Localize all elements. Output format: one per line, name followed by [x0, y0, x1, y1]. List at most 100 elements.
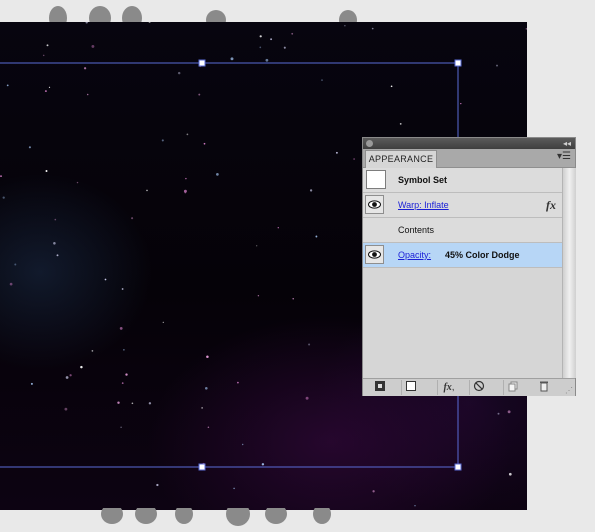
panel-tab-strip: APPEARANCE ▾☰ [363, 149, 575, 168]
star [64, 407, 68, 411]
star [76, 181, 79, 184]
appearance-row-warp[interactable]: Warp: Inflate fx [363, 193, 562, 218]
star [91, 44, 95, 48]
star [161, 139, 164, 142]
close-panel-button[interactable] [366, 140, 373, 147]
star [206, 355, 209, 358]
star [9, 282, 13, 286]
star [216, 173, 219, 176]
star [308, 343, 311, 346]
star [315, 235, 318, 238]
star [321, 79, 323, 81]
panel-titlebar[interactable]: ◂◂ [363, 138, 575, 149]
star [117, 401, 120, 404]
star [507, 410, 511, 414]
star [45, 170, 48, 172]
appearance-row-opacity[interactable]: Opacity: 45% Color Dodge [363, 243, 562, 268]
star [237, 381, 239, 384]
star [28, 146, 31, 149]
star [291, 32, 294, 35]
panel-scrollbar[interactable] [562, 168, 576, 378]
opacity-link[interactable]: Opacity: [398, 243, 431, 267]
star [497, 412, 500, 415]
star [65, 376, 69, 379]
star [83, 67, 87, 70]
star [6, 84, 9, 87]
resize-grip-icon[interactable]: ⋰ [565, 387, 573, 395]
star [207, 426, 210, 428]
star [80, 365, 83, 369]
star [198, 93, 201, 96]
star [30, 382, 33, 385]
clear-appearance-icon[interactable] [469, 380, 488, 395]
star [14, 263, 17, 266]
delete-item-icon[interactable] [535, 380, 553, 395]
panel-bottom-toolbar: fx, ⋰ [363, 378, 575, 396]
star [85, 22, 88, 24]
star [54, 218, 57, 221]
star [344, 25, 346, 27]
star [44, 90, 47, 93]
star [48, 86, 51, 88]
star [525, 28, 527, 30]
add-new-stroke-icon[interactable] [371, 380, 389, 395]
row-label: Contents [398, 225, 435, 235]
star [305, 396, 309, 400]
star [146, 189, 148, 192]
star [91, 350, 94, 352]
star [156, 483, 159, 487]
star [104, 278, 107, 281]
star [53, 242, 56, 245]
panel-menu-icon[interactable]: ▾☰ [557, 151, 571, 163]
star [335, 151, 338, 154]
star [202, 462, 205, 466]
star [309, 189, 313, 192]
opacity-value: 45% Color Dodge [445, 250, 520, 260]
star [414, 505, 416, 507]
star [256, 245, 258, 247]
star [183, 189, 187, 193]
symbol-blobs-top [49, 6, 357, 24]
add-new-fill-icon[interactable] [401, 380, 420, 395]
star [233, 487, 235, 490]
appearance-row-symbol-set[interactable]: Symbol Set [363, 168, 562, 193]
star [390, 85, 393, 88]
star [2, 196, 5, 199]
star [120, 426, 122, 429]
star [121, 288, 124, 290]
star [508, 472, 512, 476]
tab-appearance[interactable]: APPEARANCE [365, 150, 437, 168]
visibility-eye-icon[interactable] [365, 245, 384, 264]
star [259, 46, 262, 49]
star [371, 27, 374, 30]
star [46, 44, 49, 47]
star [399, 122, 402, 125]
star [261, 463, 265, 466]
star [242, 443, 244, 446]
warp-inflate-link[interactable]: Warp: Inflate [398, 193, 449, 217]
appearance-list: Symbol Set Warp: Inflate fx Contents Opa… [363, 168, 562, 268]
add-new-effect-icon[interactable]: fx, [437, 380, 460, 395]
star [283, 46, 286, 49]
star [69, 374, 72, 377]
star [277, 226, 280, 229]
star [131, 217, 134, 220]
star [205, 387, 208, 390]
star [123, 349, 125, 351]
visibility-eye-icon[interactable] [365, 195, 384, 214]
fx-icon[interactable]: fx [546, 193, 556, 217]
appearance-panel: ◂◂ APPEARANCE ▾☰ Symbol Set Warp: Inflat… [362, 137, 576, 396]
star [185, 177, 187, 180]
star [0, 175, 2, 177]
star [203, 142, 206, 145]
star [148, 402, 152, 405]
star [201, 407, 203, 409]
star [177, 71, 181, 75]
star [257, 295, 260, 297]
star [230, 57, 234, 61]
star [265, 58, 269, 62]
collapse-panel-icon[interactable]: ◂◂ [563, 139, 571, 148]
appearance-row-contents[interactable]: Contents [363, 218, 562, 243]
duplicate-item-icon[interactable] [503, 380, 522, 395]
symbol-thumbnail [366, 170, 386, 189]
